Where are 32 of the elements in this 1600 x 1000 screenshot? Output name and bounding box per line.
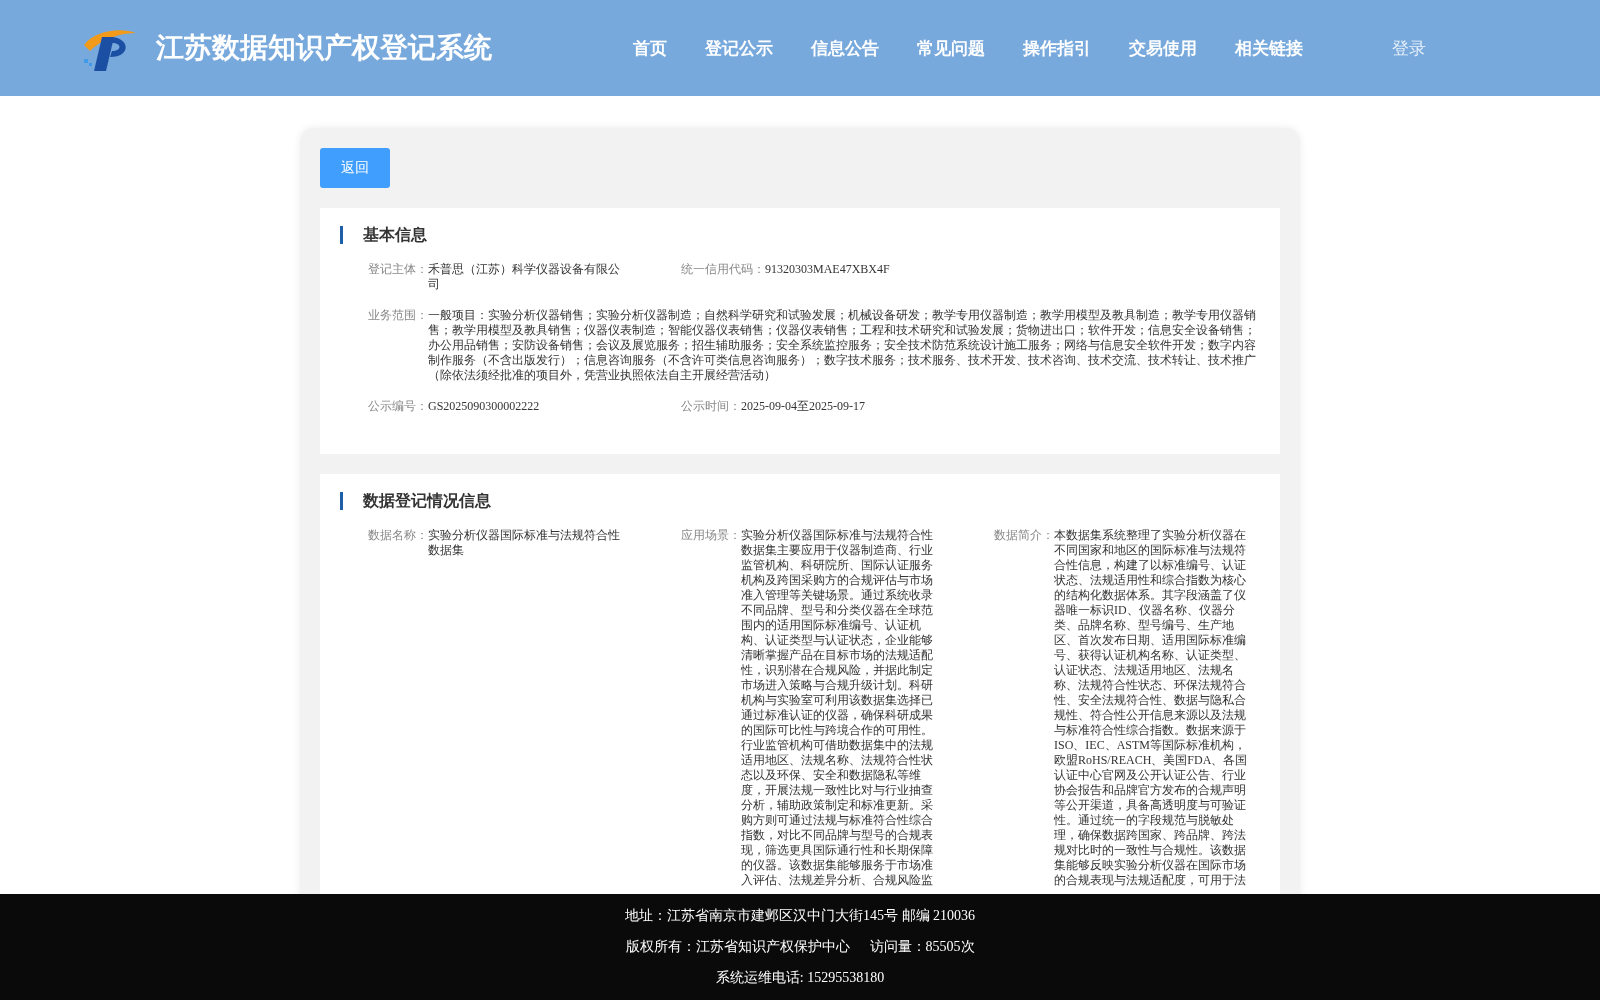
field-label: 统一信用代码： xyxy=(681,262,765,278)
field-label: 登记主体： xyxy=(368,262,428,278)
field-value: 91320303MAE47XBX4F xyxy=(765,262,891,278)
field-value: 2025-09-04至2025-09-17 xyxy=(741,399,866,414)
footer-text: 访问量：85505次 xyxy=(869,938,975,956)
field-value: 实验分析仪器国际标准与法规符合性数据集主要应用于仪器制造商、行业监管机构、科研院所、国际认证服务机构及跨国采购方的合规评估与市场准入管理等关键场景。通过系统收录不同品牌、型号和分类仪器在全球范围内的适用国际标准编号、认证机构、认证类型与认证状态，企业能够清晰掌握产品在目标市场的法规适配性，识别潜在合规风险，并据此制定市场进入策略与合规升级计划。科研机构与实验室可利用该数据集选择已通过标准认证的仪器，确保科研成果的国际可比性与跨境合作的可用性。行业监管机构可借助数据集中的法规适用地区、法规名称、法规符合性状态以及环保、安全和数据隐私等维度，开展法规一致性比对与行业抽查分析，辅助政策制定和标准更新。采购方则可通过法规与标准符合性综合指数，对比不同品牌与型号的合规表现，筛选更具国际通行性和长期保障的仪器。该数据集能够服务于市场准入评估、法规差异分析、合规风险监 xyxy=(741,528,934,888)
site-title: 江苏数据知识产权登记系统 xyxy=(156,31,492,65)
footer-text: 版权所有：江苏省知识产权保护中心 xyxy=(625,938,850,956)
back-button[interactable]: 返回 xyxy=(320,148,390,188)
field-label: 公示编号： xyxy=(368,399,428,414)
field-label: 数据名称： xyxy=(368,528,428,544)
nav-link[interactable]: 交易使用 xyxy=(1110,36,1216,60)
section-title: 基本信息 xyxy=(340,226,1260,244)
field-value: GS2025090300002222 xyxy=(428,399,541,414)
footer-text: 系统运维电话: 15295538180 xyxy=(715,969,885,987)
field-value: 一般项目：实验分析仪器销售；实验分析仪器制造；自然科学研究和试验发展；机械设备研发；教学专用仪器制造；教学用模型及教具制造；教学专用仪器销售；教学用模型及教具销售；仪器仪表制造；智能仪器仪表销售；仪器仪表销售；工程和技术研究和试验发展；货物进出口；软件开发；信息安全设备销售；办公用品销售；安防设备销售；会议及展览服务；招生辅助服务；安全系统监控服务；安全技术防范系统设计施工服务；网络与信息安全软件开发；数字内容制作服务（不含出版发行）；信息咨询服务（不含许可类信息咨询服务）；数字技术服务；技术服务、技术开发、技术咨询、技术交流、技术转让、技术推广（除依法须经批准的项目外，凭营业执照依法自主开展经营活动） xyxy=(428,308,1257,383)
section-title: 数据登记情况信息 xyxy=(340,492,1260,510)
nav-link[interactable]: 信息公告 xyxy=(792,36,898,60)
field-value: 本数据集系统整理了实验分析仪器在不同国家和地区的国际标准与法规符合性信息，构建了以标准编号、认证状态、法规适用性和综合指数为核心的结构化数据体系。其字段涵盖了仪器唯一标识ID、仪器名称、仪器分类、品牌名称、型号编号、生产地区、首次发布日期、适用国际标准编号、获得认证机构名称、认证类型、认证状态、法规适用地区、法规名称、法规符合性状态、环保法规符合性、安全法规符合性、数据与隐私合规性、符合性公开信息来源以及法规与标准符合性综合指数。数据来源于ISO、IEC、ASTM等国际标准机构，欧盟RoHS/REACH、美国FDA、各国认证中心官网及公开认证公告、行业协会报告和品牌官方发布的合规声明等公开渠道，具备高透明度与可验证性。通过统一的字段规范与脱敏处理，确保数据跨国家、跨品牌、跨法规对比时的一致性与合规性。该数据集能够反映实验分析仪器在国际市场的合规表现与法规适配度，可用于法 xyxy=(1054,528,1249,888)
nav-link[interactable]: 操作指引 xyxy=(1004,36,1110,60)
nav-link[interactable]: 常见问题 xyxy=(898,36,1004,60)
field-label: 应用场景： xyxy=(681,528,741,544)
field-label: 业务范围： xyxy=(368,308,428,324)
footer-text: 地址：江苏省南京市建邺区汉中门大街145号 邮编 210036 xyxy=(625,907,975,925)
field-label: 数据简介： xyxy=(994,528,1054,544)
field-value: 禾普思（江苏）科学仪器设备有限公司 xyxy=(428,262,621,292)
nav-link[interactable]: 相关链接 xyxy=(1216,36,1322,60)
field-label: 公示时间： xyxy=(681,399,741,414)
nav-link[interactable]: 首页 xyxy=(614,36,686,60)
login-link[interactable]: 登录 xyxy=(1392,36,1426,60)
nav-link[interactable]: 登记公示 xyxy=(686,36,792,60)
field-value: 实验分析仪器国际标准与法规符合性数据集 xyxy=(428,528,621,559)
